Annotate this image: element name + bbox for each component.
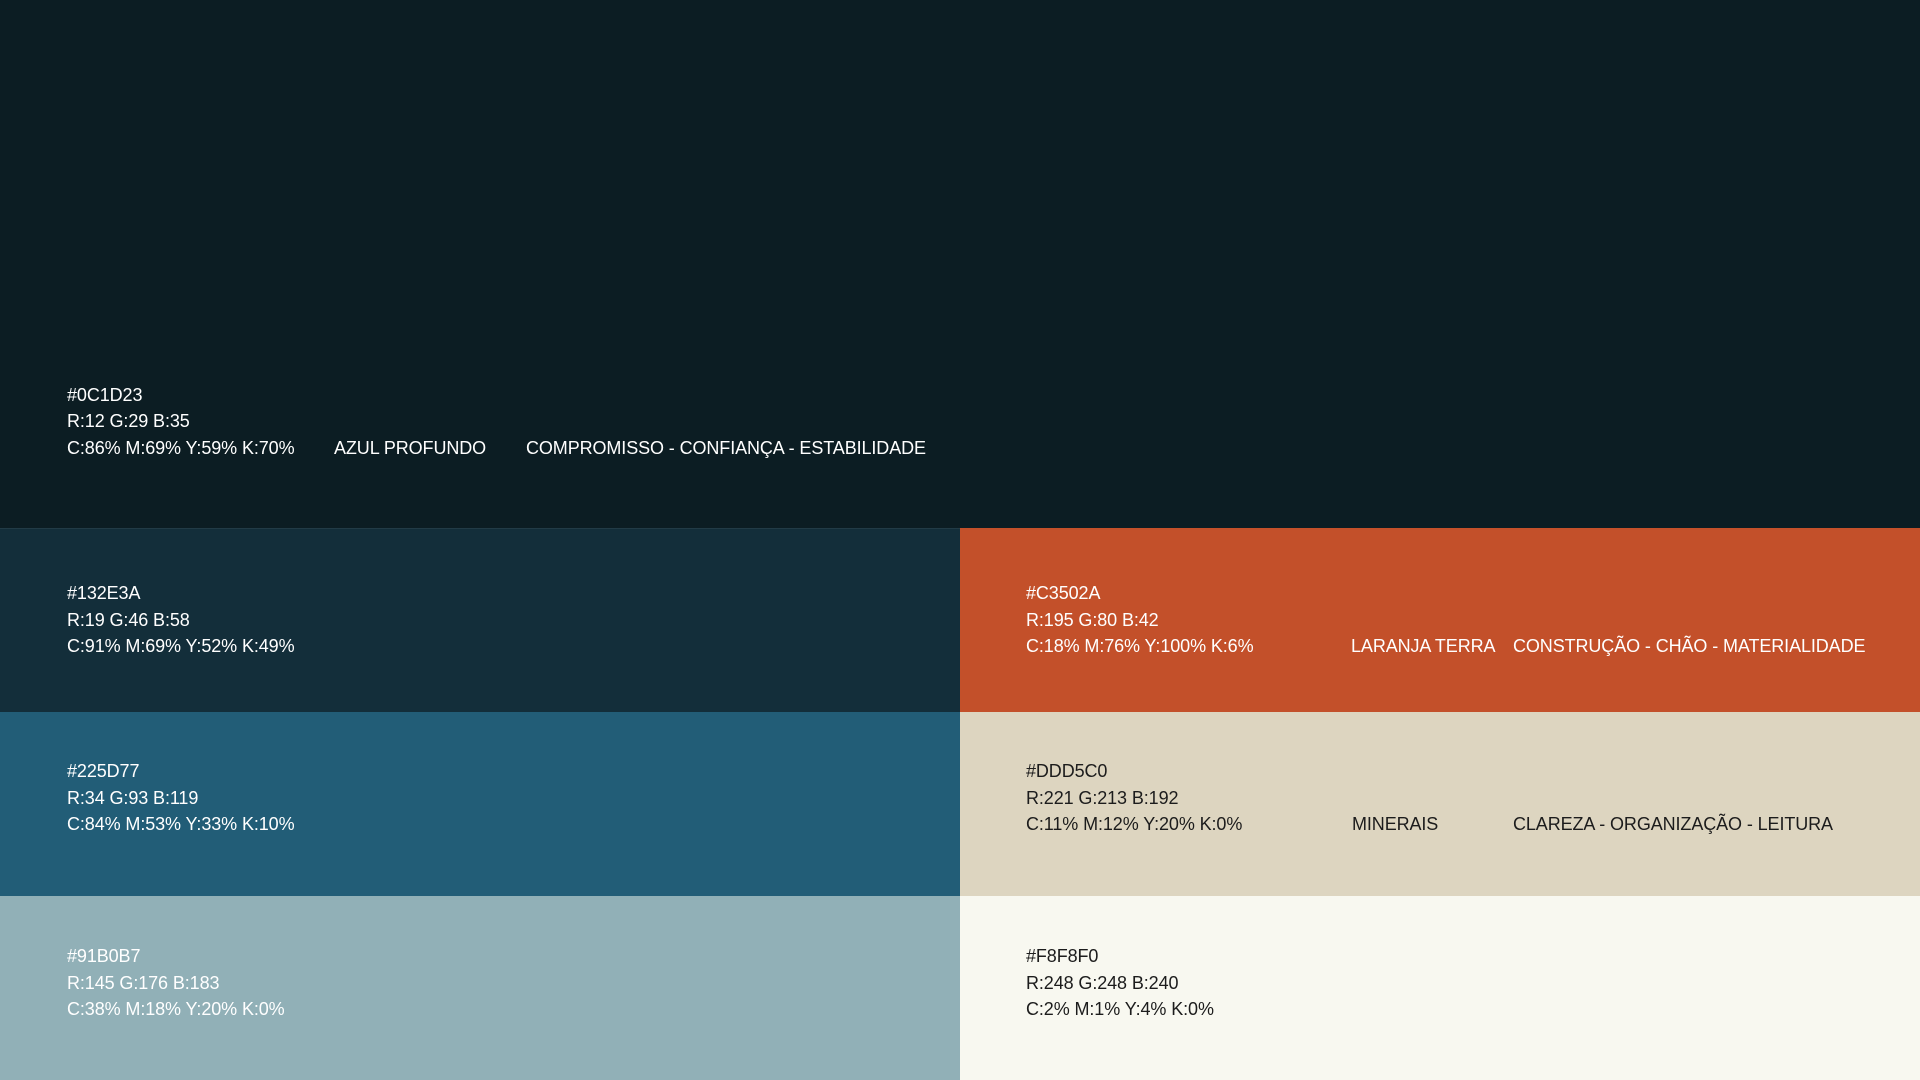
swatch-hex-code: #DDD5C0 [1026,761,1108,781]
swatch-color-name: AZUL PROFUNDO [334,438,487,458]
swatch-rgb-values: R:34 G:93 B:119 [67,788,199,808]
swatch-rgb-values: R:19 G:46 B:58 [67,610,190,630]
swatch-hex-code: #C3502A [1026,583,1101,603]
swatch-hex-code: #132E3A [67,583,141,603]
swatch-keywords: CONSTRUÇÃO - CHÃO - MATERIALIDADE [1513,636,1866,656]
swatch-hex-code: #0C1D23 [67,385,143,405]
swatch-rgb-values: R:195 G:80 B:42 [1026,610,1159,630]
swatch-color-name: MINERAIS [1352,814,1439,834]
swatch-cmyk-values: C:2% M:1% Y:4% K:0% [1026,999,1214,1019]
swatch-color-name: LARANJA TERRA [1351,636,1496,656]
swatch-keywords: CLAREZA - ORGANIZAÇÃO - LEITURA [1513,814,1833,834]
swatch-cmyk-values: C:11% M:12% Y:20% K:0% [1026,814,1243,834]
swatch-cmyk-values: C:18% M:76% Y:100% K:6% [1026,636,1254,656]
swatch-rgb-values: R:12 G:29 B:35 [67,411,190,431]
swatch-rgb-values: R:221 G:213 B:192 [1026,788,1179,808]
swatch-rgb-values: R:145 G:176 B:183 [67,973,220,993]
swatch-cmyk-values: C:84% M:53% Y:33% K:10% [67,814,295,834]
color-palette: #0C1D23 R:12 G:29 B:35 C:86% M:69% Y:59%… [0,0,1920,1080]
swatch-cmyk-values: C:86% M:69% Y:59% K:70% [67,438,295,458]
swatch-hex-code: #225D77 [67,761,140,781]
swatch-cmyk-values: C:91% M:69% Y:52% K:49% [67,636,295,656]
swatch-cmyk-values: C:38% M:18% Y:20% K:0% [67,999,285,1019]
swatch-rgb-values: R:248 G:248 B:240 [1026,973,1179,993]
swatch-hex-code: #91B0B7 [67,946,141,966]
swatch-keywords: COMPROMISSO - CONFIANÇA - ESTABILIDADE [526,438,926,458]
swatch-hex-code: #F8F8F0 [1026,946,1099,966]
